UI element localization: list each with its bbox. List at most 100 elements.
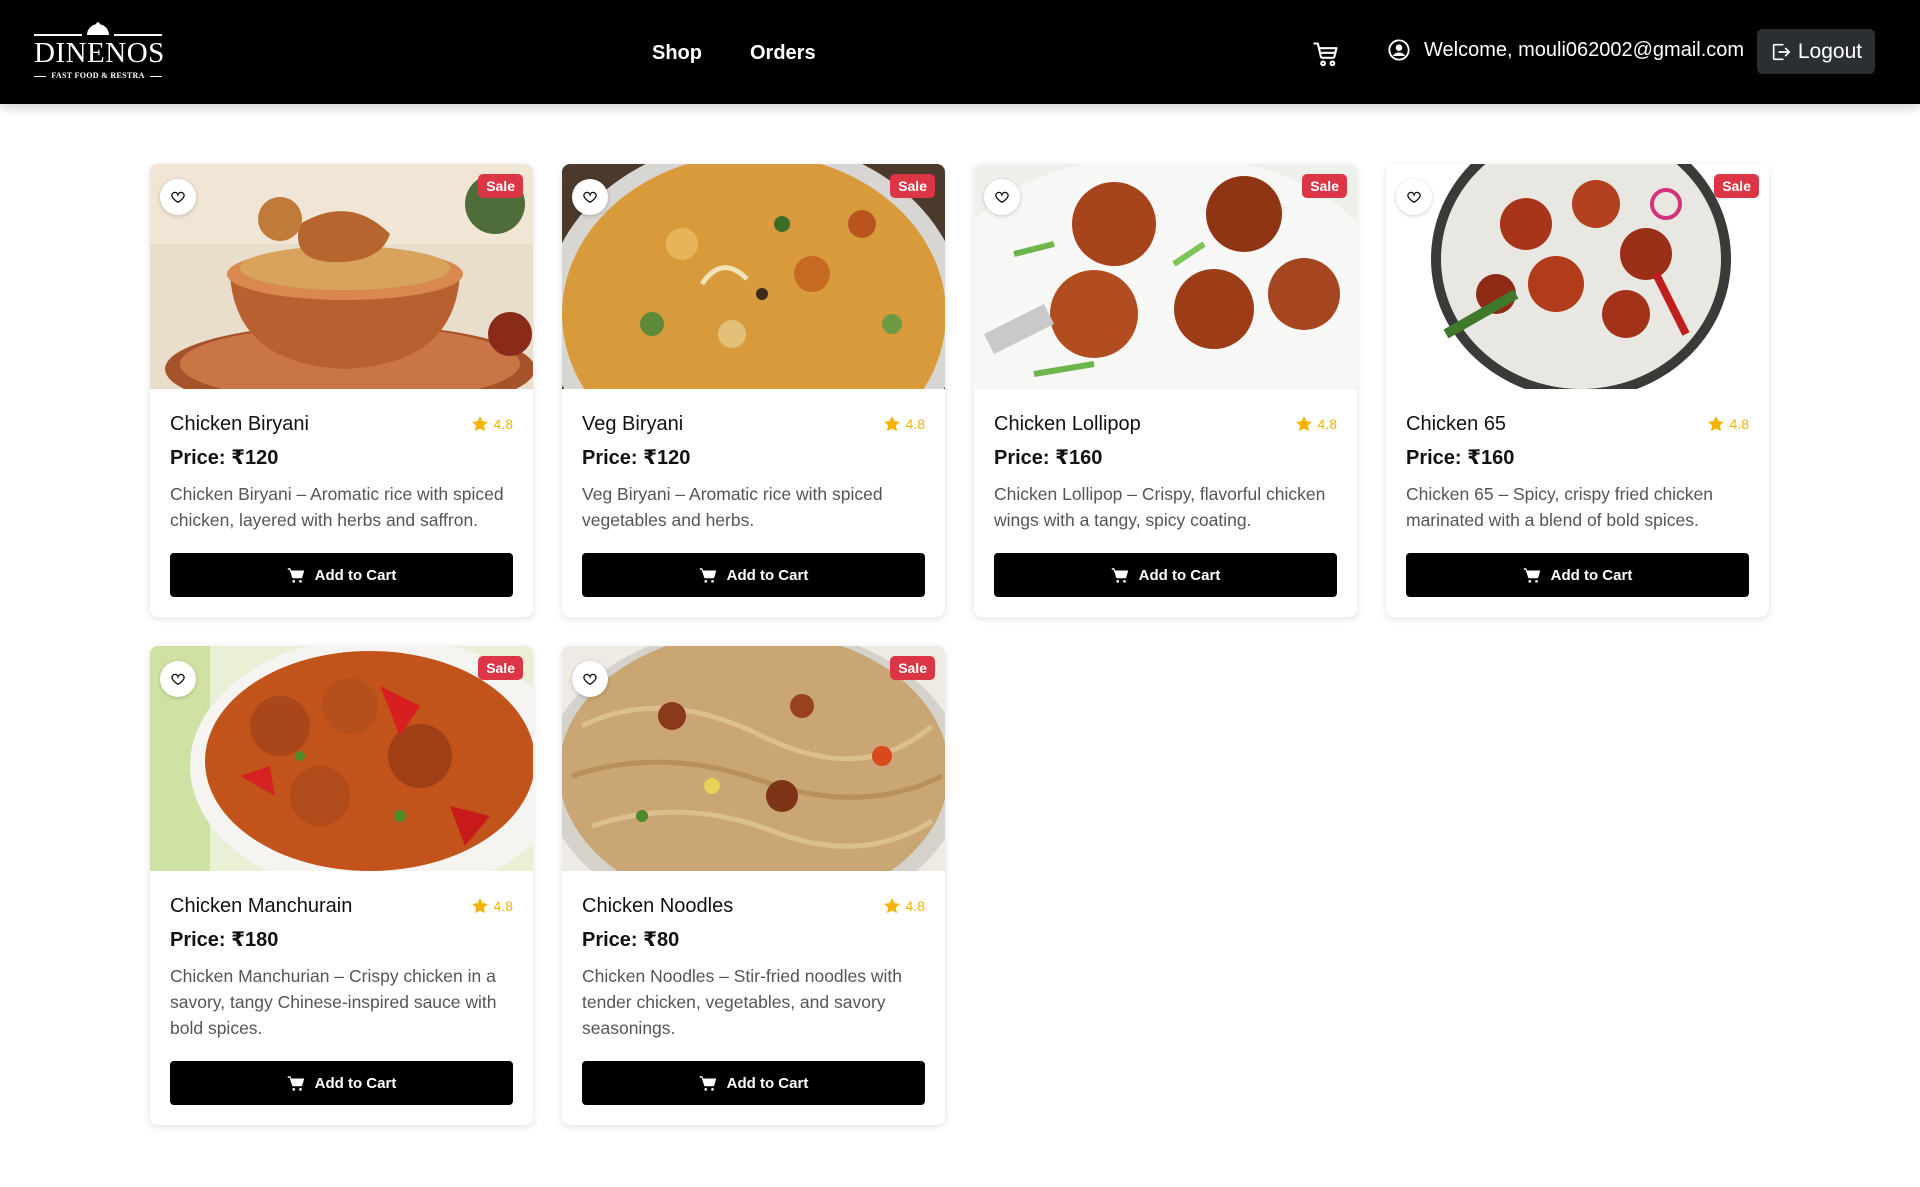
rating: 4.8 xyxy=(882,414,925,434)
chicken-65-image xyxy=(1386,164,1769,389)
cart-icon[interactable] xyxy=(1312,40,1340,68)
sale-badge: Sale xyxy=(478,656,523,680)
card-body: Veg Biryani 4.8 Price: ₹120 Veg Biryani … xyxy=(562,411,945,597)
product-name[interactable]: Veg Biryani xyxy=(582,411,683,437)
nav-link-orders[interactable]: Orders xyxy=(750,40,816,66)
rating: 4.8 xyxy=(470,896,513,916)
add-to-cart-button[interactable]: Add to Cart xyxy=(1406,553,1749,597)
title-row: Chicken Lollipop 4.8 xyxy=(994,411,1337,437)
product-card: Sale Chicken Lollipop 4.8 Price: ₹160 Ch… xyxy=(974,164,1357,617)
add-to-cart-label: Add to Cart xyxy=(726,1074,809,1092)
rating: 4.8 xyxy=(882,896,925,916)
main-nav: Shop Orders xyxy=(652,40,816,66)
nav-link-shop[interactable]: Shop xyxy=(652,40,702,66)
title-row: Chicken Noodles 4.8 xyxy=(582,893,925,919)
rating-value: 4.8 xyxy=(1729,416,1749,432)
add-to-cart-label: Add to Cart xyxy=(314,1074,397,1092)
product-card: Sale Chicken Biryani 4.8 Price: ₹120 Chi… xyxy=(150,164,533,617)
logo-tagline-row: FAST FOOD & RESTRA xyxy=(34,70,162,82)
sale-badge: Sale xyxy=(890,656,935,680)
product-price: Price: ₹180 xyxy=(170,929,279,951)
card-body: Chicken 65 4.8 Price: ₹160 Chicken 65 – … xyxy=(1386,411,1769,597)
product-name[interactable]: Chicken Biryani xyxy=(170,411,309,437)
product-card: Sale Veg Biryani 4.8 Price: ₹120 Veg Bir… xyxy=(562,164,945,617)
product-name[interactable]: Chicken Lollipop xyxy=(994,411,1141,437)
product-description: Veg Biryani – Aromatic rice with spiced … xyxy=(582,484,883,530)
wishlist-button[interactable] xyxy=(984,179,1020,215)
top-navbar: DINENOS FAST FOOD & RESTRA Shop Orders W… xyxy=(0,0,1920,104)
heart-icon xyxy=(583,191,597,204)
tagline-dash-left xyxy=(34,76,46,77)
title-row: Veg Biryani 4.8 xyxy=(582,411,925,437)
wishlist-button[interactable] xyxy=(1396,179,1432,215)
star-icon xyxy=(471,416,488,432)
user-circle-icon xyxy=(1388,39,1410,61)
title-row: Chicken 65 4.8 xyxy=(1406,411,1749,437)
veg-biryani-image xyxy=(562,164,945,389)
add-to-cart-button[interactable]: Add to Cart xyxy=(582,1061,925,1105)
heart-icon xyxy=(171,673,185,686)
product-image[interactable]: Sale xyxy=(150,164,533,389)
cart-fill-icon xyxy=(287,1076,304,1091)
chicken-noodles-image xyxy=(562,646,945,871)
star-icon xyxy=(471,898,488,914)
sale-badge: Sale xyxy=(478,174,523,198)
cart-fill-icon xyxy=(1523,568,1540,583)
cart-fill-icon xyxy=(287,568,304,583)
title-row: Chicken Manchurain 4.8 xyxy=(170,893,513,919)
logo-brand: DINENOS xyxy=(34,37,165,69)
add-to-cart-button[interactable]: Add to Cart xyxy=(170,553,513,597)
star-icon xyxy=(883,416,900,432)
sale-badge: Sale xyxy=(1714,174,1759,198)
tagline-dash-right xyxy=(150,76,162,77)
product-card: Sale Chicken Noodles 4.8 Price: ₹80 Chic… xyxy=(562,646,945,1125)
product-name[interactable]: Chicken Noodles xyxy=(582,893,733,919)
product-image[interactable]: Sale xyxy=(562,164,945,389)
add-to-cart-label: Add to Cart xyxy=(314,566,397,584)
sale-badge: Sale xyxy=(890,174,935,198)
logout-label: Logout xyxy=(1797,39,1863,63)
cart-fill-icon xyxy=(699,1076,716,1091)
star-icon xyxy=(1295,416,1312,432)
add-to-cart-button[interactable]: Add to Cart xyxy=(582,553,925,597)
card-body: Chicken Noodles 4.8 Price: ₹80 Chicken N… xyxy=(562,893,945,1105)
product-price: Price: ₹80 xyxy=(582,929,680,951)
product-description: Chicken Biryani – Aromatic rice with spi… xyxy=(170,484,504,530)
add-to-cart-button[interactable]: Add to Cart xyxy=(170,1061,513,1105)
welcome-text: Welcome, mouli062002@gmail.com xyxy=(1424,39,1745,61)
wishlist-button[interactable] xyxy=(572,661,608,697)
product-description: Chicken Noodles – Stir-fried noodles wit… xyxy=(582,966,903,1038)
product-price: Price: ₹160 xyxy=(1406,447,1515,469)
rating: 4.8 xyxy=(1294,414,1337,434)
heart-icon xyxy=(171,191,185,204)
product-image[interactable]: Sale xyxy=(974,164,1357,389)
add-to-cart-label: Add to Cart xyxy=(1550,566,1633,584)
wishlist-button[interactable] xyxy=(160,661,196,697)
product-name[interactable]: Chicken Manchurain xyxy=(170,893,352,919)
logo-tagline: FAST FOOD & RESTRA xyxy=(51,71,145,80)
chicken-manchurian-image xyxy=(150,646,533,871)
heart-icon xyxy=(583,673,597,686)
product-image[interactable]: Sale xyxy=(562,646,945,871)
wishlist-button[interactable] xyxy=(160,179,196,215)
wishlist-button[interactable] xyxy=(572,179,608,215)
star-icon xyxy=(883,898,900,914)
add-to-cart-label: Add to Cart xyxy=(726,566,809,584)
logout-button[interactable]: Logout xyxy=(1757,29,1875,74)
rating: 4.8 xyxy=(1706,414,1749,434)
product-image[interactable]: Sale xyxy=(150,646,533,871)
title-row: Chicken Biryani 4.8 xyxy=(170,411,513,437)
add-to-cart-button[interactable]: Add to Cart xyxy=(994,553,1337,597)
logout-icon xyxy=(1772,43,1790,60)
dinenos-logo[interactable]: DINENOS FAST FOOD & RESTRA xyxy=(34,22,165,82)
heart-icon xyxy=(995,191,1009,204)
card-body: Chicken Lollipop 4.8 Price: ₹160 Chicken… xyxy=(974,411,1357,597)
product-grid: Sale Chicken Biryani 4.8 Price: ₹120 Chi… xyxy=(150,164,1770,1125)
rating: 4.8 xyxy=(470,414,513,434)
rating-value: 4.8 xyxy=(1317,416,1337,432)
product-description: Chicken 65 – Spicy, crispy fried chicken… xyxy=(1406,484,1714,530)
product-name[interactable]: Chicken 65 xyxy=(1406,411,1506,437)
product-image[interactable]: Sale xyxy=(1386,164,1769,389)
product-card: Sale Chicken 65 4.8 Price: ₹160 Chicken … xyxy=(1386,164,1769,617)
logo-rule-left xyxy=(34,34,82,36)
